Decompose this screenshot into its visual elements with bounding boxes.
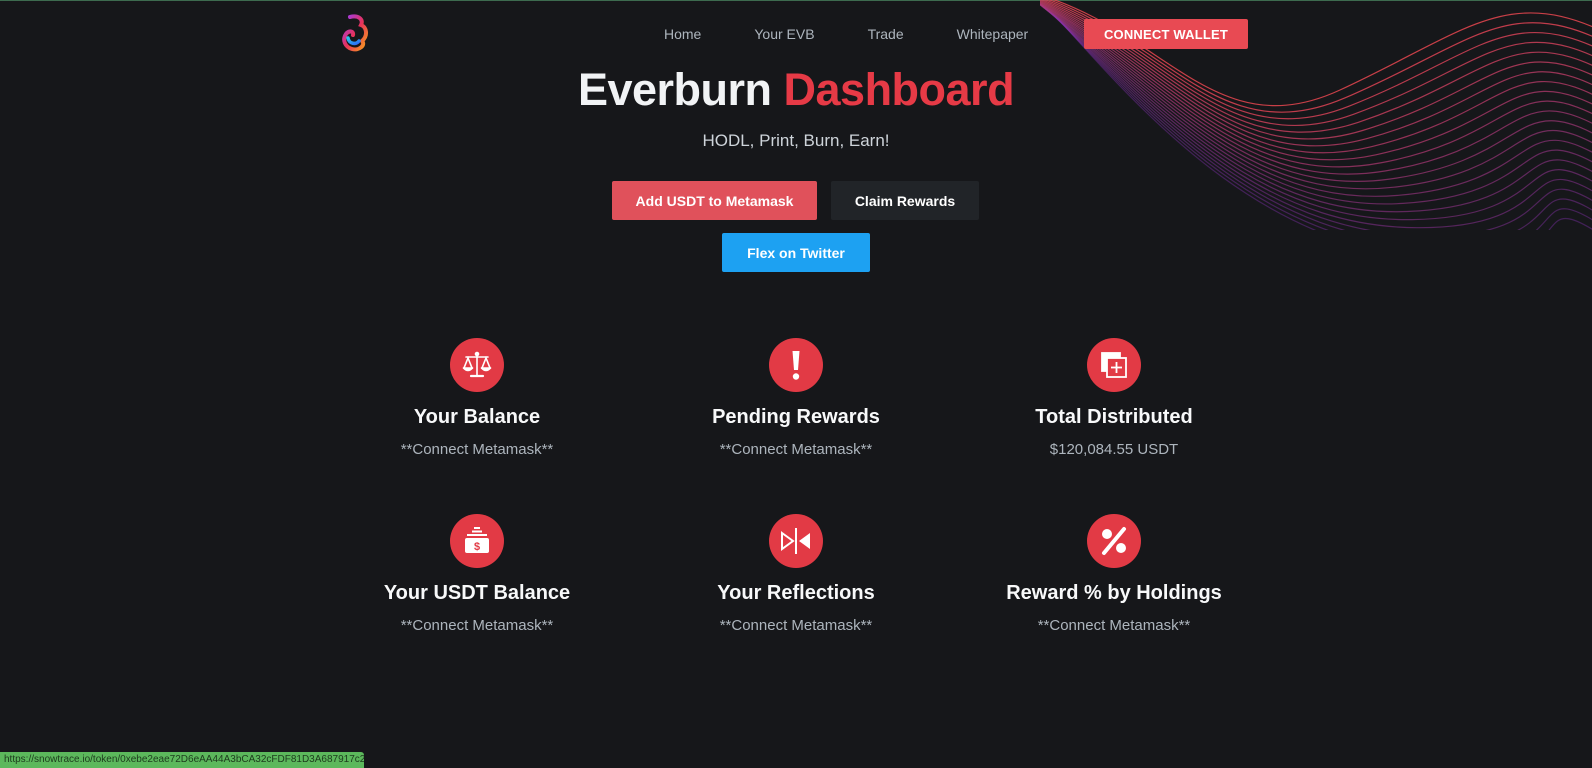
stat-card-balance: Your Balance **Connect Metamask** [327, 338, 627, 458]
nav-home[interactable]: Home [664, 18, 701, 50]
window-edge [0, 0, 1592, 1]
exclamation-icon [769, 338, 823, 392]
stat-card-pending-rewards: Pending Rewards **Connect Metamask** [646, 338, 946, 458]
stat-card-reflections: Your Reflections **Connect Metamask** [646, 514, 946, 634]
stat-value: **Connect Metamask** [400, 617, 554, 634]
stat-title: Total Distributed [1035, 406, 1193, 428]
page-title: Everburn Dashboard [0, 64, 1592, 116]
nav-whitepaper[interactable]: Whitepaper [957, 18, 1029, 50]
main-nav: Home Your EVB Trade Whitepaper [640, 18, 1081, 50]
nav-trade[interactable]: Trade [868, 18, 904, 50]
page-subtitle: HODL, Print, Burn, Earn! [702, 131, 890, 150]
everburn-logo[interactable] [340, 14, 372, 52]
title-accent: Dashboard [783, 64, 1015, 115]
stat-value: **Connect Metamask** [1037, 617, 1191, 634]
stat-value: $120,084.55 USDT [1049, 441, 1179, 458]
dashboard-page: Home Your EVB Trade Whitepaper CONNECT W… [0, 0, 1592, 768]
stat-card-total-distributed: Total Distributed $120,084.55 USDT [964, 338, 1264, 458]
svg-text:$: $ [474, 541, 480, 553]
stat-title: Your USDT Balance [383, 582, 571, 604]
reflect-icon [769, 514, 823, 568]
stat-title: Your Balance [413, 406, 541, 428]
stat-card-usdt-balance: $ Your USDT Balance **Connect Metamask** [327, 514, 627, 634]
balance-scale-icon [450, 338, 504, 392]
browser-status-url: https://snowtrace.io/token/0xebe2eae72D6… [0, 752, 364, 768]
stat-title: Your Reflections [717, 582, 875, 604]
stat-value: **Connect Metamask** [719, 441, 873, 458]
add-usdt-button[interactable]: Add USDT to Metamask [612, 181, 817, 220]
stat-title: Pending Rewards [712, 406, 880, 428]
add-copy-icon [1087, 338, 1141, 392]
claim-rewards-button[interactable]: Claim Rewards [831, 181, 979, 220]
stat-card-reward-percent: Reward % by Holdings **Connect Metamask*… [964, 514, 1264, 634]
stat-title: Reward % by Holdings [1006, 582, 1222, 604]
stat-value: **Connect Metamask** [400, 441, 554, 458]
stat-value: **Connect Metamask** [719, 617, 873, 634]
title-main: Everburn [577, 64, 772, 115]
connect-wallet-button[interactable]: CONNECT WALLET [1084, 19, 1248, 49]
percent-icon [1087, 514, 1141, 568]
flex-twitter-button[interactable]: Flex on Twitter [722, 233, 870, 272]
cash-register-icon: $ [450, 514, 504, 568]
wave-line [1057, 17, 1592, 230]
nav-your-evb[interactable]: Your EVB [754, 18, 814, 50]
